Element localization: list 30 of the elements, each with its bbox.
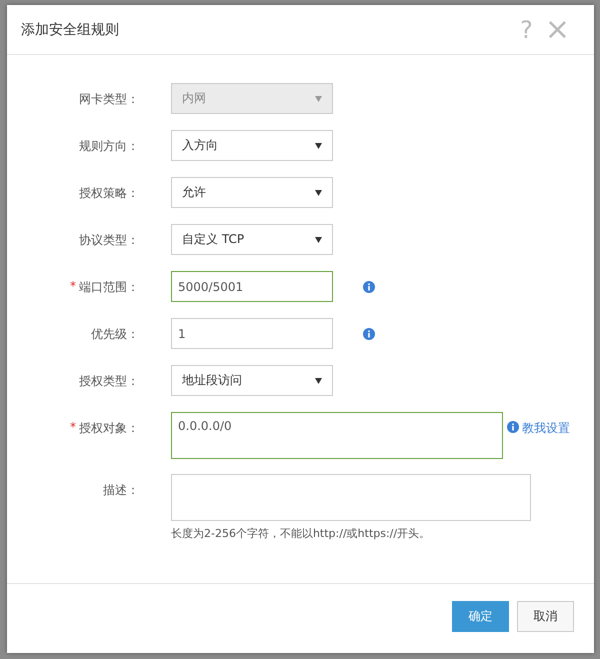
dropdown[interactable]: 入方向 [171, 130, 333, 161]
field-label: 规则方向： [79, 138, 139, 155]
caret-icon [315, 190, 322, 196]
field-label: 授权策略： [79, 185, 139, 202]
field-label: 优先级： [91, 326, 139, 343]
input-field[interactable]: 1 [171, 318, 333, 349]
dropdown[interactable]: 自定义 TCP [171, 224, 333, 255]
dropdown[interactable]: 地址段访问 [171, 365, 333, 396]
hint-text: 长度为2-256个字符，不能以http://或https://开头。 [171, 526, 432, 541]
field-label: 授权类型： [79, 373, 139, 390]
caret-icon [315, 142, 322, 148]
help-link[interactable]: 教我设置 [522, 420, 570, 437]
field-label: 授权对象： [79, 420, 139, 437]
dialog-title: 添加安全组规则 [21, 20, 119, 38]
caret-icon [315, 236, 322, 242]
required-mark: * [70, 420, 76, 434]
input-field[interactable]: 5000/5001 [171, 271, 333, 302]
field-label: 端口范围： [79, 279, 139, 296]
field-label: 网卡类型： [79, 91, 139, 108]
field-label: 协议类型： [79, 232, 139, 249]
info-icon[interactable] [363, 328, 375, 340]
info-icon[interactable] [507, 421, 519, 433]
text-area[interactable]: 0.0.0.0/0 [171, 412, 503, 459]
required-mark: * [70, 279, 76, 293]
caret-icon [315, 378, 322, 384]
cancel-button[interactable]: 取消 [517, 601, 574, 632]
field-label: 描述： [103, 482, 139, 499]
info-icon[interactable] [363, 281, 375, 293]
caret-icon [315, 96, 322, 102]
dropdown[interactable]: 允许 [171, 177, 333, 208]
